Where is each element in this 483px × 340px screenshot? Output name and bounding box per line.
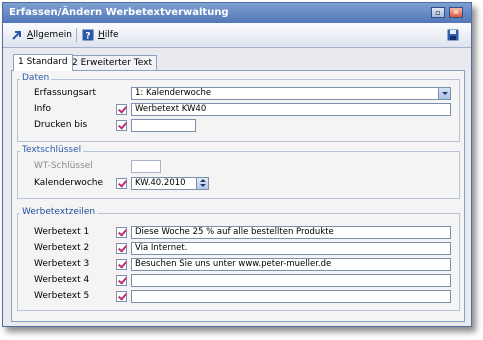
save-icon [447, 29, 459, 41]
save-button[interactable] [447, 27, 463, 43]
tab-panel-standard: Daten Erfassungsart 1: Kalenderwoche Inf… [11, 70, 465, 322]
info-label: Info [34, 104, 52, 114]
svg-text:?: ? [85, 32, 90, 42]
werbetext-3-checkbox[interactable] [116, 259, 127, 270]
group-textschluessel: Textschlüssel WT-Schlüssel Kalenderwoche… [17, 145, 460, 199]
group-daten: Daten Erfassungsart 1: Kalenderwoche Inf… [17, 73, 460, 142]
help-icon: ? [82, 29, 94, 42]
tab-erweiterter-text[interactable]: 2 Erweiterter Text [67, 55, 157, 71]
werbetext-4-input[interactable] [131, 274, 451, 287]
erfassungsart-label: Erfassungsart [34, 88, 97, 98]
erfassungsart-combobox[interactable]: 1: Kalenderwoche [131, 87, 451, 100]
kalenderwoche-label: Kalenderwoche [34, 178, 104, 188]
werbetext-1-input[interactable]: Diese Woche 25 % auf alle bestellten Pro… [131, 226, 451, 239]
close-button[interactable]: ✕ [449, 7, 463, 18]
chevron-down-icon[interactable] [438, 88, 450, 99]
arrow-up-right-icon [11, 29, 23, 41]
werbetext-2-input[interactable]: Via Internet. [131, 242, 451, 255]
group-textschluessel-legend: Textschlüssel [20, 145, 84, 155]
drucken-bis-label: Drucken bis [34, 120, 88, 130]
werbetext-3-label: Werbetext 3 [34, 259, 90, 269]
werbetext-1-label: Werbetext 1 [34, 227, 90, 237]
werbetext-5-label: Werbetext 5 [34, 291, 90, 301]
kalenderwoche-value: KW.40.2010 [135, 178, 186, 188]
werbetext-3-input[interactable]: Besuchen Sie uns unter www.peter-mueller… [131, 258, 451, 271]
allgemein-label: Allgemein [27, 30, 72, 40]
werbetext-5-input[interactable] [131, 290, 451, 303]
tab-standard[interactable]: 1 Standard [13, 54, 73, 71]
drucken-bis-input[interactable] [131, 119, 196, 132]
title-bar[interactable]: Erfassen/Ändern Werbetextverwaltung ▫ ✕ [3, 3, 471, 23]
wt-schluessel-input[interactable] [131, 160, 161, 173]
werbetext-2-label: Werbetext 2 [34, 243, 90, 253]
erfassungsart-value: 1: Kalenderwoche [135, 88, 212, 98]
toolbar: Allgemein ? Hilfe [3, 23, 471, 48]
drucken-bis-checkbox[interactable] [116, 120, 127, 131]
spinner-arrows-icon[interactable] [196, 178, 208, 189]
toolbar-separator [76, 28, 77, 42]
hilfe-label: Hilfe [98, 30, 119, 40]
minimize-button[interactable]: ▫ [431, 7, 445, 18]
werbetext-1-checkbox[interactable] [116, 227, 127, 238]
werbetext-4-label: Werbetext 4 [34, 275, 90, 285]
werbetext-5-checkbox[interactable] [116, 291, 127, 302]
info-input[interactable]: Werbetext KW40 [131, 103, 451, 116]
group-werbetextzeilen-legend: Werbetextzeilen [20, 207, 98, 217]
werbetext-2-checkbox[interactable] [116, 243, 127, 254]
hilfe-button[interactable]: ? Hilfe [82, 27, 119, 43]
group-daten-legend: Daten [20, 73, 52, 83]
dialog-window: Erfassen/Ändern Werbetextverwaltung ▫ ✕ … [2, 2, 472, 327]
group-werbetextzeilen: Werbetextzeilen Werbetext 1 Diese Woche … [17, 207, 460, 311]
kalenderwoche-spinner[interactable]: KW.40.2010 [131, 177, 209, 190]
allgemein-button[interactable]: Allgemein [11, 27, 72, 43]
kalenderwoche-checkbox[interactable] [116, 178, 127, 189]
window-title: Erfassen/Ändern Werbetextverwaltung [9, 7, 229, 18]
wt-schluessel-label: WT-Schlüssel [34, 161, 93, 171]
werbetext-4-checkbox[interactable] [116, 275, 127, 286]
info-checkbox[interactable] [116, 104, 127, 115]
